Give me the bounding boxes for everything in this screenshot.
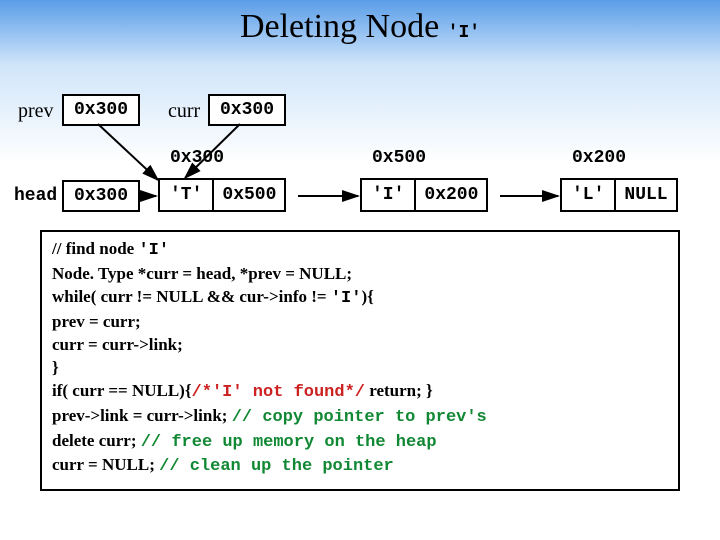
node-0-info: 'T'	[160, 180, 214, 210]
code-line-5: curr = curr->link;	[52, 334, 668, 357]
addr-2: 0x200	[572, 148, 626, 168]
head-label: head	[14, 186, 57, 206]
node-1-link: 0x200	[416, 180, 486, 210]
addr-0: 0x300	[170, 148, 224, 168]
curr-box: 0x300	[208, 94, 286, 126]
prev-label: prev	[18, 100, 54, 123]
code-line-1: // find node 'I'	[52, 238, 668, 263]
node-2: 'L' NULL	[560, 178, 678, 212]
code-line-6: }	[52, 357, 668, 380]
node-0-link: 0x500	[214, 180, 284, 210]
code-box: // find node 'I' Node. Type *curr = head…	[40, 230, 680, 491]
code-line-3: while( curr != NULL && cur->info != 'I')…	[52, 286, 668, 311]
code-line-2: Node. Type *curr = head, *prev = NULL;	[52, 263, 668, 286]
head-box: 0x300	[62, 180, 140, 212]
code-content: // find node 'I' Node. Type *curr = head…	[52, 238, 668, 479]
code-line-8: prev->link = curr->link; // copy pointer…	[52, 405, 668, 430]
code-line-7: if( curr == NULL){/*'I' not found*/ retu…	[52, 380, 668, 405]
code-line-9: delete curr; // free up memory on the he…	[52, 430, 668, 455]
code-line-10: curr = NULL; // clean up the pointer	[52, 454, 668, 479]
node-0: 'T' 0x500	[158, 178, 286, 212]
addr-1: 0x500	[372, 148, 426, 168]
node-1-info: 'I'	[362, 180, 416, 210]
code-line-4: prev = curr;	[52, 311, 668, 334]
prev-box: 0x300	[62, 94, 140, 126]
curr-label: curr	[168, 100, 200, 123]
diagram-stage: prev 0x300 curr 0x300 head 0x300 0x300 0…	[0, 0, 720, 540]
node-2-info: 'L'	[562, 180, 616, 210]
node-2-link: NULL	[616, 180, 675, 210]
node-1: 'I' 0x200	[360, 178, 488, 212]
